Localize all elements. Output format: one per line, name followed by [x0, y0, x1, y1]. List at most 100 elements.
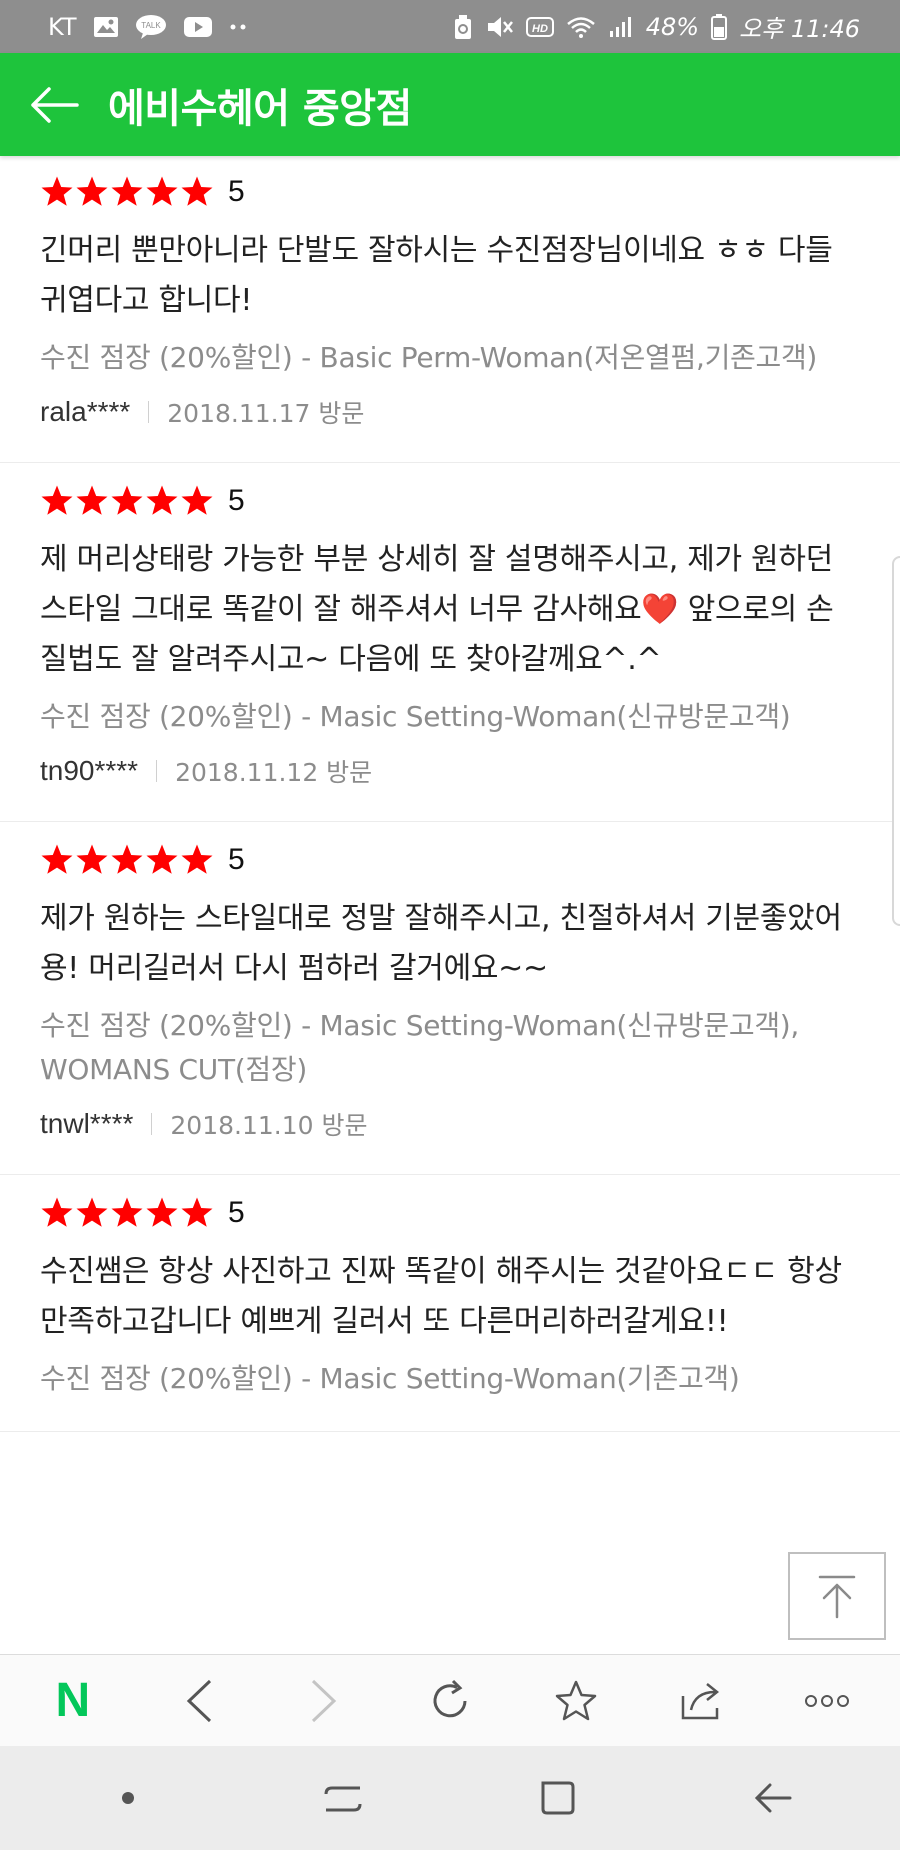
scrollbar[interactable]	[892, 556, 900, 926]
review-item: 5 긴머리 뿐만아니라 단발도 잘하시는 수진점장님이네요 ㅎㅎ 다들 귀엽다고…	[0, 156, 900, 463]
nav-dot-button[interactable]	[88, 1758, 168, 1838]
review-text[interactable]: 긴머리 뿐만아니라 단발도 잘하시는 수진점장님이네요 ㅎㅎ 다들 귀엽다고 합…	[40, 226, 860, 326]
review-text[interactable]: 제 머리상태랑 가능한 부분 상세히 잘 설명해주시고, 제가 원하던 스타일 …	[40, 535, 860, 685]
review-text[interactable]: 제가 원하는 스타일대로 정말 잘해주시고, 친절하셔서 기분좋았어용! 머리길…	[40, 894, 860, 994]
recents-icon	[324, 1786, 361, 1812]
star-icon	[111, 176, 143, 206]
more-menu-button[interactable]	[787, 1661, 867, 1741]
star-icon	[41, 844, 73, 874]
clock: 오후 11:46	[739, 15, 860, 43]
review-meta: tn90**** 2018.11.12 방문	[40, 751, 860, 791]
home-button[interactable]	[518, 1758, 598, 1838]
star-icon	[181, 1197, 213, 1227]
meta-divider	[151, 1113, 153, 1135]
star-icon	[181, 844, 213, 874]
rating-value: 5	[228, 843, 245, 876]
meta-divider	[148, 401, 150, 423]
review-meta: rala**** 2018.11.17 방문	[40, 392, 860, 432]
star-icon	[41, 485, 73, 515]
battery-percent: 48%	[645, 12, 700, 41]
review-item: 5 제가 원하는 스타일대로 정말 잘해주시고, 친절하셔서 기분좋았어용! 머…	[0, 822, 900, 1175]
browser-forward-button[interactable]	[284, 1661, 364, 1741]
star-rating	[40, 843, 214, 877]
review-service: 수진 점장 (20%할인) - Masic Setting-Woman(신규방문…	[40, 1009, 800, 1086]
star-icon	[111, 485, 143, 515]
chevron-left-icon	[186, 1679, 211, 1722]
naver-home-button[interactable]: N	[33, 1661, 113, 1741]
youtube-notification-icon	[183, 16, 213, 38]
review-item: 5 제 머리상태랑 가능한 부분 상세히 잘 설명해주시고, 제가 원하던 스타…	[0, 463, 900, 822]
star-outline-icon	[555, 1680, 596, 1720]
rating-row: 5	[40, 1193, 860, 1233]
star-rating	[40, 175, 214, 209]
star-icon	[41, 176, 73, 206]
visit-date: 2018.11.17 방문	[167, 399, 365, 428]
browser-back-button[interactable]	[159, 1661, 239, 1741]
rating-row: 5	[40, 481, 860, 521]
reviewer-id: tnwl****	[40, 1108, 134, 1139]
reload-button[interactable]	[410, 1661, 490, 1741]
share-button[interactable]	[661, 1661, 741, 1741]
rating-value: 5	[228, 175, 245, 208]
rating-value: 5	[228, 1196, 245, 1229]
chevron-right-icon	[312, 1679, 337, 1722]
star-icon	[146, 176, 178, 206]
star-icon	[76, 844, 108, 874]
back-button[interactable]	[28, 79, 80, 131]
page-title: 에비수헤어 중앙점	[108, 85, 412, 132]
review-list[interactable]: 5 긴머리 뿐만아니라 단발도 잘하시는 수진점장님이네요 ㅎㅎ 다들 귀엽다고…	[0, 156, 900, 1654]
review-service: 수진 점장 (20%할인) - Masic Setting-Woman(신규방문…	[40, 700, 791, 733]
review-text[interactable]: 수진쌤은 항상 사진하고 진짜 똑같이 해주시는 것같아요ㄷㄷ 항상 만족하고갑…	[40, 1247, 860, 1347]
more-icon	[805, 1694, 850, 1707]
star-icon	[181, 485, 213, 515]
star-icon	[146, 844, 178, 874]
svg-text:TALK: TALK	[141, 21, 161, 30]
kakaotalk-notification-icon: TALK	[135, 14, 167, 40]
star-rating	[40, 484, 214, 518]
reload-icon	[433, 1679, 467, 1717]
mute-icon	[486, 15, 514, 39]
review-service: 수진 점장 (20%할인) - Masic Setting-Woman(기존고객…	[40, 1362, 740, 1395]
star-icon	[76, 1197, 108, 1227]
review-service: 수진 점장 (20%할인) - Basic Perm-Woman(저온열펌,기존…	[40, 341, 818, 374]
rating-value: 5	[228, 484, 245, 517]
star-icon	[111, 1197, 143, 1227]
scroll-to-top-icon	[818, 1575, 856, 1619]
gallery-notification-icon	[93, 16, 119, 38]
bookmark-button[interactable]	[536, 1661, 616, 1741]
system-navigation-bar	[0, 1746, 900, 1850]
scroll-to-top-button[interactable]	[788, 1552, 886, 1640]
back-arrow-icon	[754, 1783, 791, 1813]
star-icon	[111, 844, 143, 874]
star-icon	[76, 485, 108, 515]
recycle-icon	[452, 14, 474, 40]
visit-date: 2018.11.12 방문	[175, 758, 373, 787]
star-icon	[146, 485, 178, 515]
star-icon	[76, 176, 108, 206]
rating-row: 5	[40, 840, 860, 880]
carrier-label: KT	[48, 12, 77, 41]
more-notifications-icon	[229, 23, 249, 31]
recent-apps-button[interactable]	[303, 1758, 383, 1838]
dot-icon	[121, 1792, 134, 1804]
hd-voice-icon: HD	[525, 16, 554, 38]
star-icon	[146, 1197, 178, 1227]
meta-divider	[156, 760, 158, 782]
review-meta: tnwl**** 2018.11.10 방문	[40, 1104, 860, 1144]
system-back-button[interactable]	[733, 1758, 813, 1838]
reviewer-id: rala****	[40, 396, 131, 427]
review-item: 5 수진쌤은 항상 사진하고 진짜 똑같이 해주시는 것같아요ㄷㄷ 항상 만족하…	[0, 1175, 900, 1432]
wifi-icon	[566, 15, 596, 39]
svg-text:HD: HD	[532, 23, 548, 35]
star-icon	[41, 1197, 73, 1227]
star-rating	[40, 1196, 214, 1230]
home-square-icon	[541, 1781, 574, 1815]
star-icon	[181, 176, 213, 206]
reviewer-id: tn90****	[40, 755, 139, 786]
signal-icon	[608, 15, 634, 39]
naver-logo-icon: N	[55, 1674, 91, 1727]
browser-toolbar: N	[0, 1654, 900, 1746]
visit-date: 2018.11.10 방문	[170, 1111, 368, 1140]
rating-row: 5	[40, 172, 860, 212]
app-header: 에비수헤어 중앙점	[0, 53, 900, 156]
